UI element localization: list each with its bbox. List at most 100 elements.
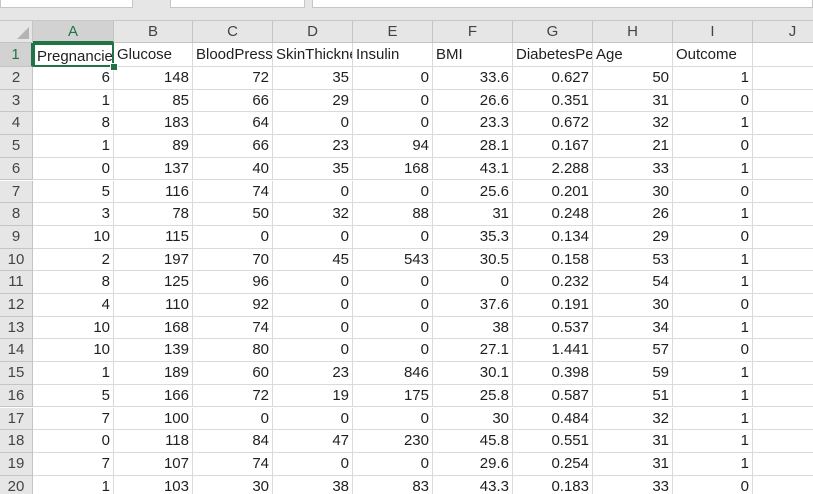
cell-f2[interactable]: 33.6	[433, 67, 513, 90]
cell-c11[interactable]: 96	[193, 271, 273, 294]
cell-f9[interactable]: 35.3	[433, 225, 513, 249]
column-header-d[interactable]: D	[273, 21, 353, 43]
cell-g11[interactable]: 0.232	[513, 271, 593, 294]
row-header-15[interactable]: 15	[0, 362, 33, 385]
formula-input[interactable]	[312, 0, 813, 8]
cell-a4[interactable]: 8	[33, 112, 114, 136]
cell-b6[interactable]: 137	[114, 157, 193, 181]
cell-j16[interactable]	[753, 385, 813, 408]
cell-d13[interactable]: 0	[273, 316, 353, 340]
cell-j19[interactable]	[753, 453, 813, 476]
cell-h16[interactable]: 51	[593, 384, 673, 408]
cell-h9[interactable]: 29	[593, 225, 673, 249]
cell-c7[interactable]: 74	[193, 180, 273, 204]
column-header-a[interactable]: A	[33, 21, 114, 43]
cell-e6[interactable]: 168	[353, 157, 433, 181]
cell-b2[interactable]: 148	[114, 67, 193, 90]
cell-e11[interactable]: 0	[353, 271, 433, 294]
cell-d16[interactable]: 19	[273, 384, 353, 408]
cell-f3[interactable]: 26.6	[433, 89, 513, 113]
cell-e8[interactable]: 88	[353, 203, 433, 226]
cell-g1[interactable]: DiabetesPedigreeFunction	[513, 43, 593, 67]
cell-j12[interactable]	[753, 294, 813, 317]
select-all-button[interactable]	[0, 21, 33, 43]
cell-b19[interactable]: 107	[114, 452, 193, 476]
cell-g12[interactable]: 0.191	[513, 294, 593, 317]
row-header-18[interactable]: 18	[0, 430, 33, 453]
cell-a6[interactable]: 0	[33, 157, 114, 181]
cell-d5[interactable]: 23	[273, 135, 353, 158]
cell-d10[interactable]: 45	[273, 248, 353, 272]
cell-f20[interactable]: 43.3	[433, 475, 513, 494]
cell-d17[interactable]: 0	[273, 407, 353, 431]
cell-e1[interactable]: Insulin	[353, 43, 433, 67]
cell-h18[interactable]: 31	[593, 430, 673, 453]
cell-g6[interactable]: 2.288	[513, 157, 593, 181]
cell-i7[interactable]: 0	[673, 180, 753, 204]
cell-c15[interactable]: 60	[193, 362, 273, 385]
cell-a1[interactable]: Pregnancies	[33, 43, 114, 67]
cell-c5[interactable]: 66	[193, 135, 273, 158]
cell-e4[interactable]: 0	[353, 112, 433, 136]
cell-j3[interactable]	[753, 90, 813, 113]
cell-h3[interactable]: 31	[593, 89, 673, 113]
row-header-20[interactable]: 20	[0, 475, 33, 494]
cell-j1[interactable]	[753, 43, 813, 67]
cell-g15[interactable]: 0.398	[513, 362, 593, 385]
cell-j9[interactable]	[753, 226, 813, 249]
cell-e14[interactable]: 0	[353, 339, 433, 363]
row-header-12[interactable]: 12	[0, 294, 33, 317]
cell-f4[interactable]: 23.3	[433, 112, 513, 136]
cell-e20[interactable]: 83	[353, 475, 433, 494]
cell-j7[interactable]	[753, 181, 813, 204]
cell-a9[interactable]: 10	[33, 225, 114, 249]
cell-c9[interactable]: 0	[193, 225, 273, 249]
cell-h7[interactable]: 30	[593, 180, 673, 204]
row-header-7[interactable]: 7	[0, 180, 33, 204]
cell-g2[interactable]: 0.627	[513, 67, 593, 90]
cell-c16[interactable]: 72	[193, 384, 273, 408]
cell-h10[interactable]: 53	[593, 248, 673, 272]
cell-a20[interactable]: 1	[33, 475, 114, 494]
row-header-5[interactable]: 5	[0, 135, 33, 158]
cell-j14[interactable]	[753, 339, 813, 363]
cell-d14[interactable]: 0	[273, 339, 353, 363]
cell-c14[interactable]: 80	[193, 339, 273, 363]
cell-a2[interactable]: 6	[33, 67, 114, 90]
cell-c1[interactable]: BloodPressure	[193, 43, 273, 67]
cell-f14[interactable]: 27.1	[433, 339, 513, 363]
cell-g18[interactable]: 0.551	[513, 430, 593, 453]
cell-a10[interactable]: 2	[33, 248, 114, 272]
column-header-j[interactable]: J	[753, 21, 813, 43]
column-header-h[interactable]: H	[593, 21, 673, 43]
cell-i20[interactable]: 0	[673, 475, 753, 494]
cell-f8[interactable]: 31	[433, 203, 513, 226]
cell-h4[interactable]: 32	[593, 112, 673, 136]
cell-i5[interactable]: 0	[673, 135, 753, 158]
cell-h11[interactable]: 54	[593, 271, 673, 294]
cell-a11[interactable]: 8	[33, 271, 114, 294]
cell-e2[interactable]: 0	[353, 67, 433, 90]
column-header-i[interactable]: I	[673, 21, 753, 43]
cell-g7[interactable]: 0.201	[513, 180, 593, 204]
cell-i11[interactable]: 1	[673, 271, 753, 294]
cell-e13[interactable]: 0	[353, 316, 433, 340]
cell-d9[interactable]: 0	[273, 225, 353, 249]
cell-j11[interactable]	[753, 271, 813, 294]
cell-i9[interactable]: 0	[673, 225, 753, 249]
cell-a15[interactable]: 1	[33, 362, 114, 385]
cell-j17[interactable]	[753, 408, 813, 431]
cell-a18[interactable]: 0	[33, 430, 114, 453]
cell-h6[interactable]: 33	[593, 157, 673, 181]
cell-g8[interactable]: 0.248	[513, 203, 593, 226]
cell-g10[interactable]: 0.158	[513, 248, 593, 272]
cell-f13[interactable]: 38	[433, 316, 513, 340]
cell-d2[interactable]: 35	[273, 67, 353, 90]
column-header-f[interactable]: F	[433, 21, 513, 43]
cell-i6[interactable]: 1	[673, 157, 753, 181]
cell-g14[interactable]: 1.441	[513, 339, 593, 363]
cell-d20[interactable]: 38	[273, 475, 353, 494]
cell-g4[interactable]: 0.672	[513, 112, 593, 136]
cell-b12[interactable]: 110	[114, 294, 193, 317]
cell-d15[interactable]: 23	[273, 362, 353, 385]
